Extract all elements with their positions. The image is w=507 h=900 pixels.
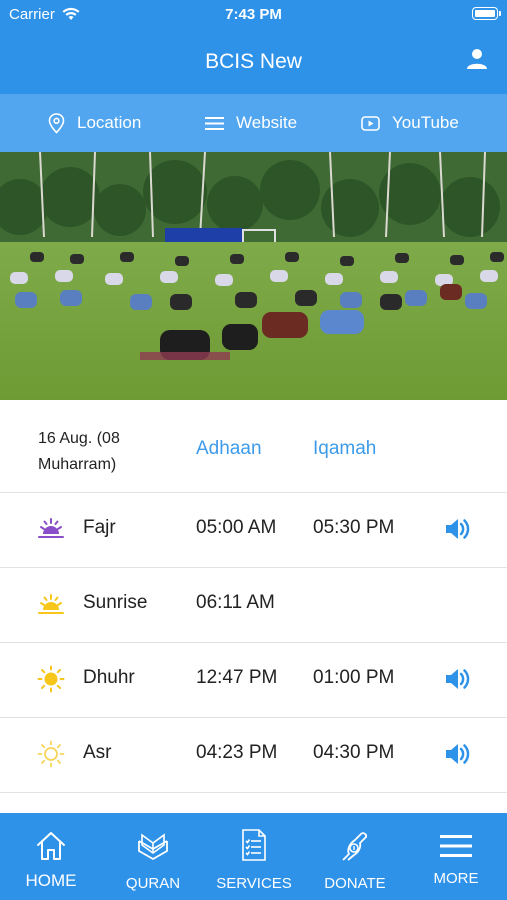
tab-home-label: HOME bbox=[25, 871, 77, 890]
bottom-tab-bar: HOME QURAN SERVICES DONATE MORE bbox=[0, 813, 507, 900]
fajr-sunrise-icon bbox=[38, 518, 64, 538]
tab-services-label: SERVICES bbox=[216, 875, 292, 892]
status-time: 7:43 PM bbox=[225, 6, 282, 23]
status-bar: Carrier 7:43 PM bbox=[0, 6, 507, 24]
adhaan-time: 04:23 PM bbox=[196, 742, 278, 763]
tab-quran[interactable]: QURAN bbox=[103, 813, 203, 900]
donate-hand-icon bbox=[342, 832, 368, 861]
speaker-icon[interactable] bbox=[444, 741, 472, 767]
home-icon bbox=[37, 832, 65, 860]
profile-icon[interactable] bbox=[465, 47, 489, 71]
website-link[interactable]: Website bbox=[205, 94, 297, 152]
youtube-label: YouTube bbox=[392, 113, 459, 132]
adhaan-time: 12:47 PM bbox=[196, 667, 278, 688]
youtube-link[interactable]: YouTube bbox=[361, 94, 459, 152]
speaker-icon[interactable] bbox=[444, 516, 472, 542]
adhaan-time: 06:11 AM bbox=[196, 592, 275, 613]
prayer-row-fajr: Fajr 05:00 AM 05:30 PM bbox=[0, 493, 507, 568]
top-bar: Carrier 7:43 PM BCIS New bbox=[0, 0, 507, 94]
sunrise-icon bbox=[38, 594, 64, 614]
quran-icon bbox=[138, 833, 168, 861]
website-label: Website bbox=[236, 113, 298, 132]
prayer-row-sunrise: Sunrise 06:11 AM bbox=[0, 568, 507, 643]
tab-donate-label: DONATE bbox=[324, 875, 386, 892]
adhaan-time: 05:00 AM bbox=[196, 517, 277, 538]
tab-donate[interactable]: DONATE bbox=[305, 813, 405, 900]
prayer-row-dhuhr: Dhuhr 12:47 PM 01:00 PM bbox=[0, 643, 507, 718]
sun-outline-icon bbox=[37, 740, 65, 768]
tab-home[interactable]: HOME bbox=[1, 813, 101, 900]
location-link[interactable]: Location bbox=[48, 94, 141, 152]
location-pin-icon bbox=[48, 112, 65, 134]
hero-photo bbox=[0, 152, 507, 400]
sun-icon bbox=[37, 665, 65, 693]
menu-lines-icon bbox=[205, 116, 224, 130]
battery-icon bbox=[472, 7, 501, 20]
quick-links-bar: Location Website YouTube bbox=[0, 94, 507, 152]
iqamah-time: 04:30 PM bbox=[313, 742, 395, 763]
prayer-row-asr: Asr 04:23 PM 04:30 PM bbox=[0, 718, 507, 793]
adhaan-column-header: Adhaan bbox=[196, 438, 262, 459]
tab-more-label: MORE bbox=[433, 870, 479, 887]
iqamah-time: 05:30 PM bbox=[313, 517, 395, 538]
app-title: BCIS New bbox=[205, 50, 302, 73]
prayer-name: Sunrise bbox=[83, 592, 148, 613]
outdoor-prayer-photo bbox=[0, 152, 507, 400]
iqamah-column-header: Iqamah bbox=[313, 438, 377, 459]
hijri-date: 16 Aug. (08 Muharram) bbox=[38, 430, 120, 473]
clipboard-icon bbox=[242, 829, 266, 861]
prayer-times-table: 16 Aug. (08 Muharram) Adhaan Iqamah Fajr… bbox=[0, 400, 507, 793]
location-label: Location bbox=[77, 113, 142, 132]
hamburger-icon bbox=[440, 835, 472, 857]
tab-services[interactable]: SERVICES bbox=[204, 813, 304, 900]
tab-quran-label: QURAN bbox=[125, 875, 181, 892]
tab-more[interactable]: MORE bbox=[406, 813, 506, 900]
prayer-table-header: 16 Aug. (08 Muharram) Adhaan Iqamah bbox=[0, 400, 507, 493]
speaker-icon[interactable] bbox=[444, 666, 472, 692]
iqamah-time: 01:00 PM bbox=[313, 667, 395, 688]
prayer-name: Asr bbox=[83, 742, 112, 763]
prayer-name: Dhuhr bbox=[83, 667, 135, 688]
youtube-play-icon bbox=[361, 115, 380, 131]
prayer-name: Fajr bbox=[83, 517, 116, 538]
